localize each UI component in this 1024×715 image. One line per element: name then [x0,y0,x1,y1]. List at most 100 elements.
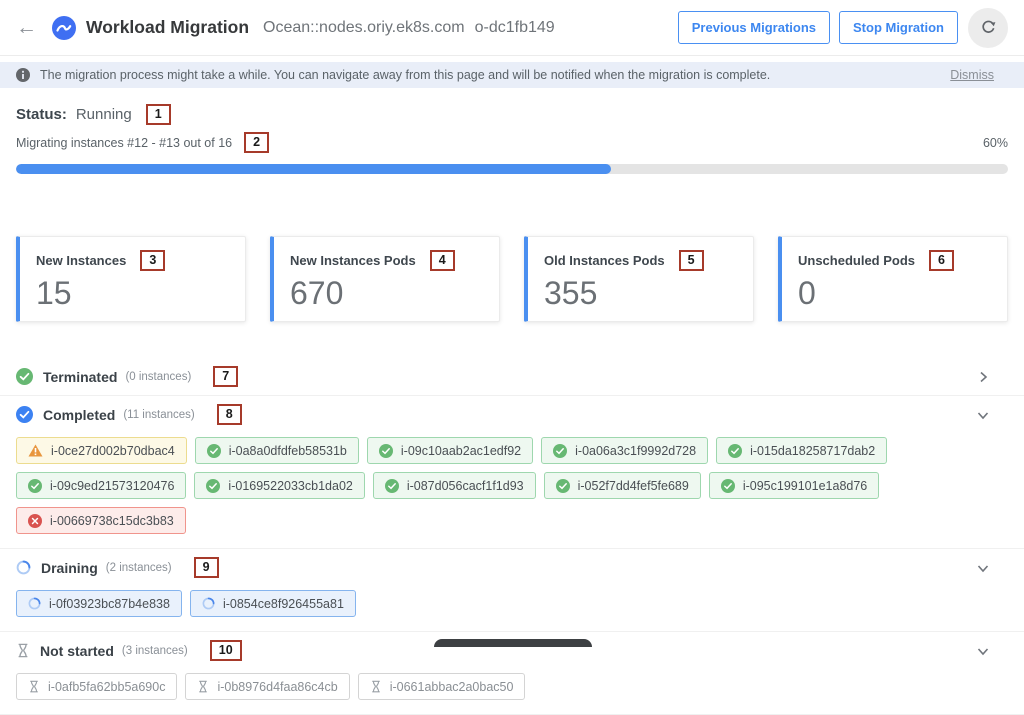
status-section: Status: Running 1 Migrating instances #1… [0,104,1024,174]
refresh-button[interactable] [968,8,1008,48]
card-value: 0 [798,277,991,309]
section-label: Completed [43,407,115,423]
instance-chip[interactable]: i-0afb5fa62bb5a690c [16,673,177,700]
annotation-8: 8 [217,404,242,425]
instance-chip[interactable]: i-0661abbac2a0bac50 [358,673,526,700]
section-draining: Draining (2 instances) 9 i-0f03923bc87b4… [0,549,1024,632]
instance-id: i-0afb5fa62bb5a690c [48,680,165,694]
back-arrow-icon[interactable]: ← [16,17,37,38]
chevron-right-icon[interactable] [976,370,990,384]
annotation-1: 1 [146,104,171,125]
page-title: Workload Migration [86,17,249,38]
not-started-instance-list: i-0afb5fa62bb5a690c i-0b8976d4faa86c4cb … [0,669,1024,714]
section-terminated-header[interactable]: Terminated (0 instances) 7 [0,358,1024,395]
hourglass-icon [16,643,30,658]
section-count: (11 instances) [123,409,194,421]
instance-chip[interactable]: i-0169522033cb1da02 [194,472,364,499]
spinner-icon [202,597,215,610]
instance-chip[interactable]: i-095c199101e1a8d76 [709,472,879,499]
info-banner: The migration process might take a while… [0,62,1024,88]
progress-bar [16,164,1008,174]
progress-bar-fill [16,164,611,174]
check-circle-green-icon [207,444,221,458]
breadcrumb: Ocean::nodes.oriy.ek8s.como-dc1fb149 [263,19,555,37]
annotation-9: 9 [194,557,219,578]
instance-chip[interactable]: i-052f7dd4fef5fe689 [544,472,701,499]
spinner-icon [28,597,41,610]
completed-instance-list: i-0ce27d002b70dbac4 i-0a8a0dfdfeb58531b … [0,433,1024,548]
hourglass-icon [197,680,209,693]
instance-id: i-0a8a0dfdfeb58531b [229,444,347,458]
instance-id: i-052f7dd4fef5fe689 [578,479,689,493]
hourglass-icon [28,680,40,693]
chevron-down-icon[interactable] [976,561,990,575]
section-label: Draining [41,560,98,576]
annotation-6: 6 [929,250,954,271]
annotation-4: 4 [430,250,455,271]
card-value: 670 [290,277,483,309]
check-circle-green-icon [553,444,567,458]
card-label: New Instances Pods [290,253,416,268]
spinner-icon [16,560,31,575]
status-value: Running [76,106,132,123]
instance-sections: Terminated (0 instances) 7 Completed (11… [0,358,1024,715]
hourglass-icon [370,680,382,693]
instance-chip[interactable]: i-0a06a3c1f9992d728 [541,437,708,464]
instance-chip[interactable]: i-015da18258717dab2 [716,437,887,464]
instance-chip[interactable]: i-0854ce8f926455a81 [190,590,356,617]
dismiss-link[interactable]: Dismiss [950,68,994,82]
instance-id: i-0661abbac2a0bac50 [390,680,514,694]
banner-text: The migration process might take a while… [40,68,770,82]
card-label: Old Instances Pods [544,253,665,268]
annotation-10: 10 [210,640,242,661]
section-draining-header[interactable]: Draining (2 instances) 9 [0,549,1024,586]
instance-chip[interactable]: i-09c10aab2ac1edf92 [367,437,533,464]
chevron-down-icon[interactable] [976,408,990,422]
workload-migration-page: { "header": { "title": "Workload Migrati… [0,0,1024,646]
instance-id: i-0854ce8f926455a81 [223,597,344,611]
check-circle-green-icon [206,479,220,493]
instance-chip[interactable]: i-0ce27d002b70dbac4 [16,437,187,464]
card-new-instances: New Instances 3 15 [16,236,246,322]
section-count: (0 instances) [125,371,191,383]
summary-cards: New Instances 3 15 New Instances Pods 4 … [0,236,1024,322]
section-completed-header[interactable]: Completed (11 instances) 8 [0,396,1024,433]
annotation-2: 2 [244,132,269,153]
section-not-started-header[interactable]: Not started (3 instances) 10 [0,632,1024,669]
instance-chip[interactable]: i-0a8a0dfdfeb58531b [195,437,359,464]
check-circle-green-icon [728,444,742,458]
warning-triangle-icon [28,444,43,457]
card-label: Unscheduled Pods [798,253,915,268]
draining-instance-list: i-0f03923bc87b4e838 i-0854ce8f926455a81 [0,586,1024,631]
instance-chip[interactable]: i-087d056cacf1f1d93 [373,472,536,499]
stop-migration-button[interactable]: Stop Migration [839,11,958,44]
check-circle-green-icon [379,444,393,458]
info-icon [16,68,30,82]
header: ← Workload Migration Ocean::nodes.oriy.e… [0,0,1024,56]
ocean-logo-icon [52,16,76,40]
check-circle-green-icon [556,479,570,493]
instance-chip[interactable]: i-00669738c15dc3b83 [16,507,186,534]
annotation-5: 5 [679,250,704,271]
card-unscheduled-pods: Unscheduled Pods 6 0 [778,236,1008,322]
check-circle-green-icon [385,479,399,493]
status-label: Status: [16,106,67,123]
refresh-icon [980,19,997,36]
instance-id: i-015da18258717dab2 [750,444,875,458]
instance-id: i-09c9ed21573120476 [50,479,174,493]
instance-id: i-0169522033cb1da02 [228,479,352,493]
check-circle-green-icon [721,479,735,493]
card-new-instances-pods: New Instances Pods 4 670 [270,236,500,322]
annotation-3: 3 [140,250,165,271]
error-circle-icon [28,514,42,528]
instance-chip[interactable]: i-0f03923bc87b4e838 [16,590,182,617]
section-count: (3 instances) [122,645,188,657]
instance-chip[interactable]: i-09c9ed21573120476 [16,472,186,499]
instance-id: i-0a06a3c1f9992d728 [575,444,696,458]
instance-chip[interactable]: i-0b8976d4faa86c4cb [185,673,349,700]
previous-migrations-button[interactable]: Previous Migrations [678,11,830,44]
progress-percent-label: 60% [983,136,1008,150]
section-count: (2 instances) [106,562,172,574]
instance-id: i-00669738c15dc3b83 [50,514,174,528]
instance-id: i-095c199101e1a8d76 [743,479,867,493]
